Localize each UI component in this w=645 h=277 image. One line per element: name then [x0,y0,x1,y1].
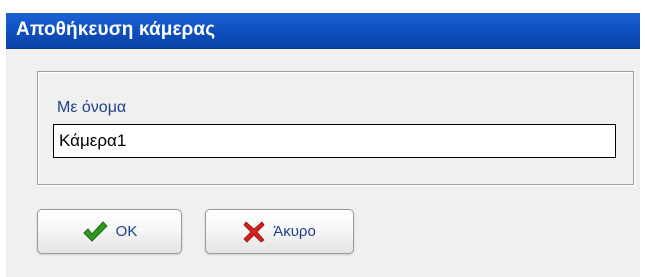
dialog-title-bar[interactable]: Αποθήκευση κάμερας [6,13,640,49]
check-icon [82,220,108,243]
camera-name-input[interactable] [53,124,616,158]
ok-button[interactable]: OK [37,209,182,254]
dialog-title: Αποθήκευση κάμερας [16,19,216,40]
cancel-button[interactable]: Άκυρο [205,209,354,254]
cancel-button-label: Άκυρο [273,223,316,240]
name-label: Με όνομα [57,99,127,116]
x-icon [243,220,265,243]
ok-button-label: OK [115,223,138,240]
name-group-box: Με όνομα [37,71,634,185]
save-camera-dialog: Αποθήκευση κάμερας Με όνομα OK Άκυρο [6,13,640,277]
